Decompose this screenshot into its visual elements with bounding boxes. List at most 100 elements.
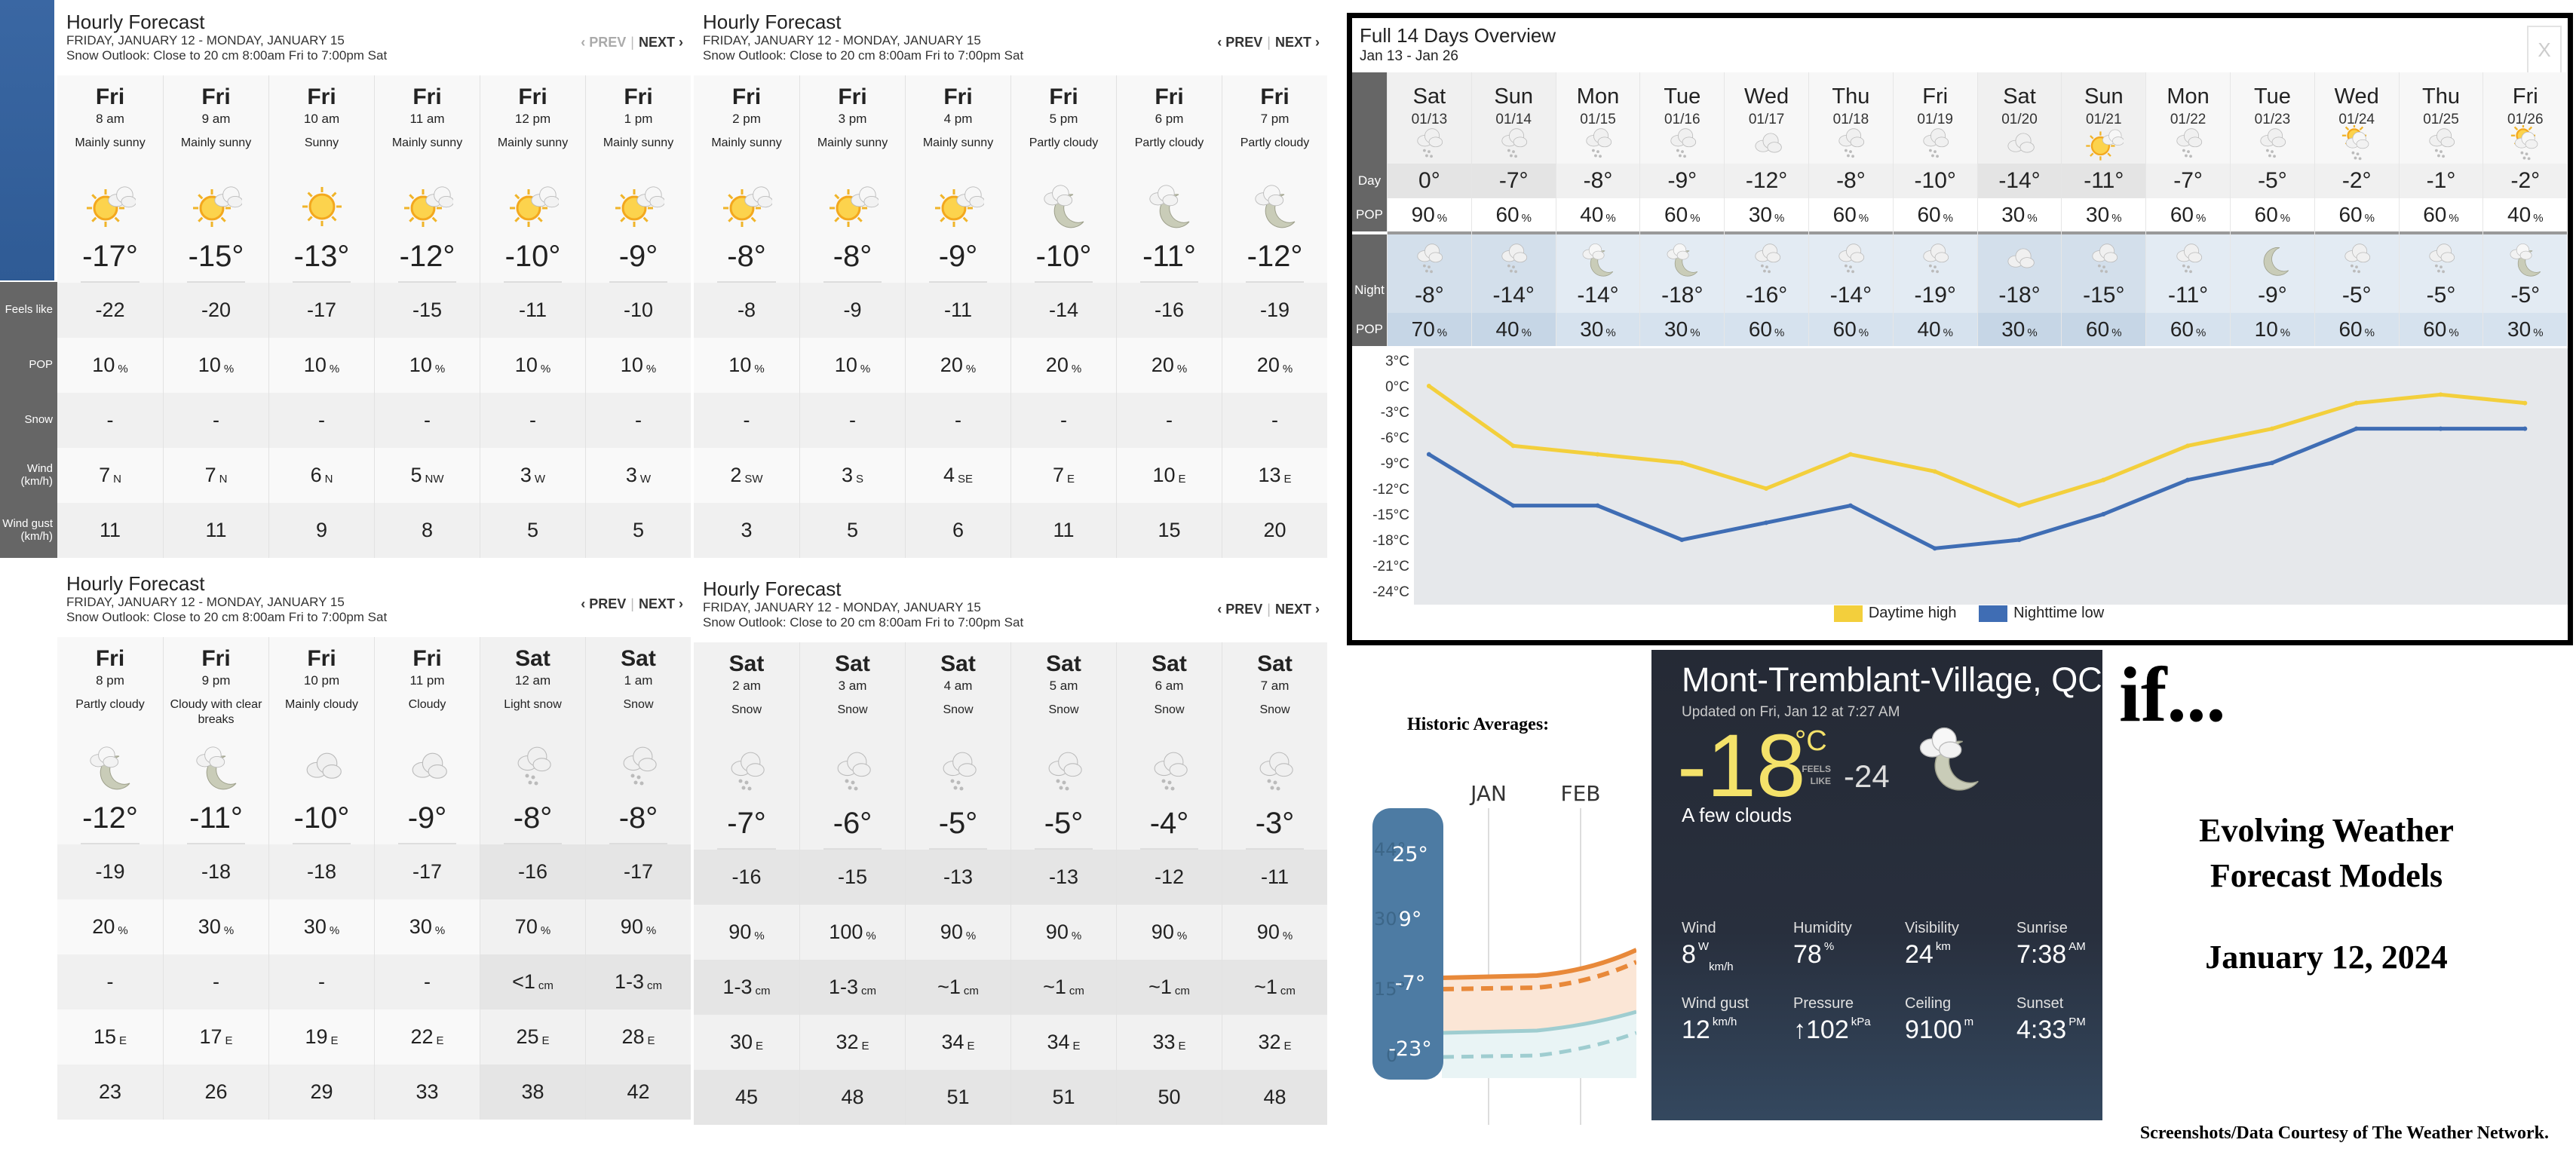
overview-day-column: Sun 01/21 -11° 30% -15° 60%: [2061, 72, 2146, 346]
next-button[interactable]: NEXT ›: [639, 35, 683, 50]
snow-icon: [2252, 125, 2292, 164]
hour-temperature: -12°: [57, 801, 163, 844]
wind-direction: E: [119, 1034, 127, 1047]
night-pop: 10%: [2231, 313, 2314, 346]
y-tick-label: -18°C: [1372, 533, 1409, 549]
hour-time: 4 pm: [943, 112, 973, 126]
snow-icon: [2084, 240, 2124, 280]
night-pop: 70%: [1388, 313, 1471, 346]
hour-temperature: -12°: [1222, 240, 1327, 283]
hour-temperature: -5°: [906, 807, 1010, 850]
next-button[interactable]: NEXT ›: [1275, 602, 1320, 617]
snow-icon: [1747, 240, 1786, 280]
wind-gust-cell: 48: [1222, 1070, 1327, 1125]
snow-value: -: [424, 409, 431, 431]
wind-cell: 32 E: [800, 1015, 905, 1070]
snow-cell: 1-3 cm: [586, 954, 691, 1009]
feels-like-cell: -8: [694, 283, 799, 338]
day-name: Thu: [1832, 84, 1870, 109]
snow-cell: ~1 cm: [1117, 960, 1222, 1015]
hour-day: Fri: [201, 646, 231, 671]
close-button[interactable]: X: [2527, 26, 2562, 74]
row-label: POP: [29, 358, 53, 371]
snow-value: -: [106, 970, 114, 993]
moon-cloud-icon: [1663, 240, 1702, 280]
hour-temperature: -9°: [906, 240, 1010, 283]
day-temperature: -14°: [1977, 164, 2062, 198]
pop-unit: %: [1176, 930, 1188, 942]
feels-like-value: -24: [1844, 758, 1890, 794]
day-temperature: -8°: [1809, 164, 1893, 198]
hour-temperature: -10°: [1011, 240, 1116, 283]
snow-value: -: [106, 409, 114, 431]
scale-tick: -23°: [1388, 1037, 1432, 1061]
next-button[interactable]: NEXT ›: [639, 596, 683, 611]
wind-gust-cell: 3: [694, 503, 799, 558]
snow-value: -: [1166, 409, 1173, 431]
wind-cell: 3W: [586, 448, 691, 503]
wind-speed: 7: [204, 464, 216, 486]
day-pop: 60%: [2399, 198, 2483, 231]
day-name: Sun: [1494, 84, 1533, 109]
feels-like-cell: -22: [57, 283, 163, 338]
detail-value: 8: [1682, 940, 1696, 969]
snow-cell: -: [269, 954, 374, 1009]
feels-like-cell: -10: [586, 283, 691, 338]
night-pop-value: 60: [1748, 317, 1772, 341]
detail-value: ↑102: [1793, 1016, 1849, 1044]
wind-gust-cell: 8: [375, 503, 480, 558]
pop-value: 10: [728, 354, 752, 376]
prev-button[interactable]: ‹ PREV: [1217, 602, 1262, 617]
hour-day: Fri: [518, 84, 547, 109]
prev-button[interactable]: ‹ PREV: [581, 35, 626, 50]
hour-condition: Mainly sunny: [497, 136, 569, 149]
pop-unit: %: [1690, 212, 1700, 225]
wind-gust-cell: 5: [800, 503, 905, 558]
hour-condition: Partly cloudy: [75, 698, 145, 711]
hour-day: Fri: [1049, 84, 1078, 109]
sun-cloud-snow-icon: [2506, 123, 2545, 164]
cloud-icon: [2000, 240, 2039, 280]
snow-unit: cm: [755, 985, 771, 997]
data-point: [1679, 538, 1685, 542]
pop-unit: %: [646, 924, 657, 937]
day-pop: 90%: [1388, 198, 1471, 231]
wind-speed: 2: [730, 464, 742, 486]
panel-dates: FRIDAY, JANUARY 12 - MONDAY, JANUARY 15: [703, 600, 981, 614]
overview-label-blank: [1352, 72, 1387, 164]
wind-direction: N: [219, 473, 228, 486]
day-pop-value: 60: [2254, 203, 2278, 226]
wind-speed: 19: [305, 1025, 328, 1048]
wind-speed: 10: [1152, 464, 1176, 486]
wind-cell: 30 E: [694, 1015, 799, 1070]
prev-button[interactable]: ‹ PREV: [581, 596, 626, 611]
current-temperature: -18: [1677, 716, 1806, 816]
hourly-row-labels: Feels like POP Snow Wind (km/h) Wind gust (k…: [0, 282, 57, 558]
detail-unit: %: [1823, 940, 1835, 953]
caption-line-2: Forecast Models: [2210, 857, 2443, 894]
snow-icon: [1915, 240, 1955, 280]
day-temperature: -12°: [1725, 164, 1808, 198]
hour-day: Fri: [307, 84, 336, 109]
hourly-forecast-panel: Hourly Forecast FRIDAY, JANUARY 12 - MON…: [694, 567, 1327, 1125]
hour-time: 3 am: [838, 679, 867, 693]
day-name: Fri: [2512, 84, 2538, 109]
day-pop-value: 60: [1832, 203, 1857, 226]
night-pop-value: 60: [1832, 317, 1857, 341]
caption-if: if...: [2119, 651, 2226, 738]
panel-title: Hourly Forecast: [703, 11, 842, 33]
wind-speed: 15: [93, 1025, 117, 1048]
prev-button[interactable]: ‹ PREV: [1217, 35, 1262, 50]
next-button[interactable]: NEXT ›: [1275, 35, 1320, 50]
hour-temperature: -3°: [1222, 807, 1327, 850]
hour-day: Fri: [95, 646, 125, 671]
detail-unit: W: [1697, 940, 1710, 953]
night-pop-value: 70: [1411, 317, 1435, 341]
pop-cell: 30%: [375, 899, 480, 954]
hour-column: Fri 11 am Mainly sunny -12° -15 10% - 5N…: [374, 75, 480, 558]
wind-cell: 32 E: [1222, 1015, 1327, 1070]
hour-column: Sat 2 am Snow -7° -16 90% 1-3 cm 30 E 45: [694, 642, 799, 1125]
legend-low: Nighttime low: [2013, 605, 2105, 621]
hour-time: 10 pm: [303, 673, 340, 688]
pop-cell: 10%: [269, 338, 374, 393]
